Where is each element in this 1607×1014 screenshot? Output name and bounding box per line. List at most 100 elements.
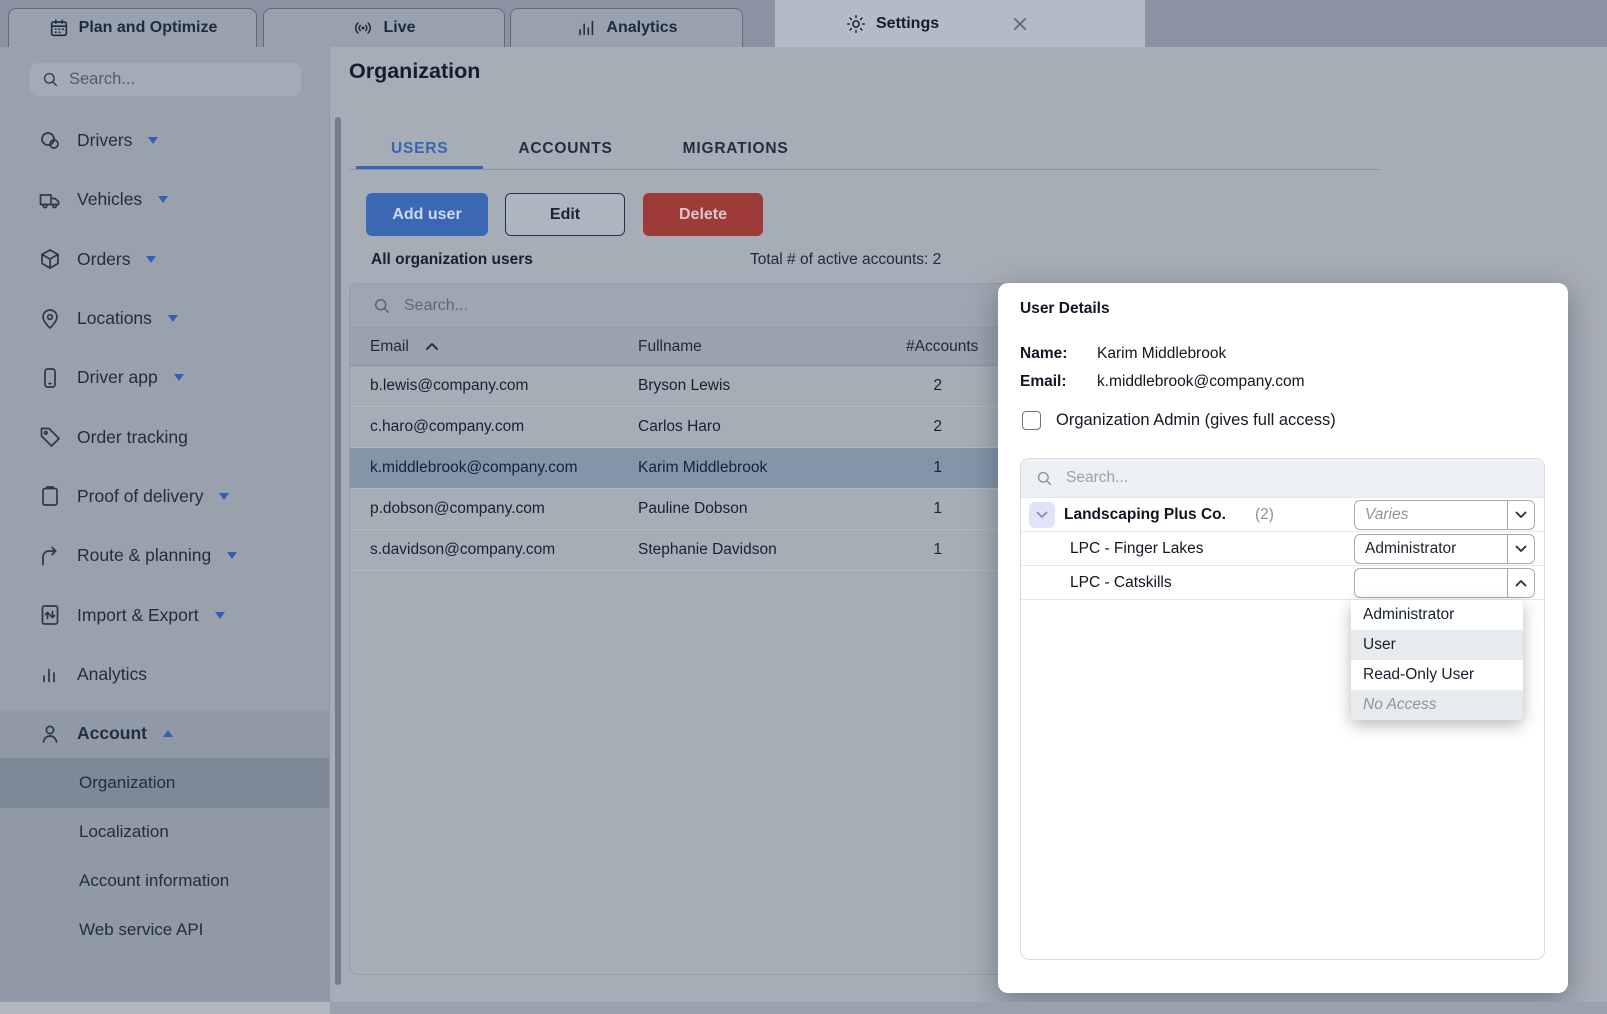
chevron-down-icon (227, 552, 237, 559)
sidebar-item-vehicles[interactable]: Vehicles (0, 170, 329, 229)
app-window: Plan and Optimize Live Analytics Setting… (0, 0, 1607, 1014)
sidebar-item-import-export[interactable]: Import & Export (0, 585, 329, 644)
panel-search-input[interactable] (1066, 469, 1406, 487)
person-icon (38, 722, 62, 746)
sidebar-item-label: Account (77, 723, 147, 744)
column-accounts[interactable]: #Accounts (906, 338, 942, 356)
org-admin-checkbox[interactable] (1022, 411, 1041, 430)
bar-chart-icon (575, 17, 597, 39)
tab-migrations[interactable]: MIGRATIONS (648, 128, 824, 169)
sidebar-item-organization[interactable]: Organization (0, 758, 329, 808)
sidebar-item-orders[interactable]: Orders (0, 230, 329, 289)
tab-analytics[interactable]: Analytics (510, 8, 743, 47)
settings-sidebar: Drivers Vehicles Orders Locations Driver (0, 47, 330, 1014)
tab-accounts[interactable]: ACCOUNTS (483, 128, 647, 169)
org-account-count: (2) (1255, 506, 1274, 524)
cell-fullname: Carlos Haro (638, 418, 906, 436)
tab-label: Analytics (606, 19, 677, 37)
sidebar-item-route-planning[interactable]: Route & planning (0, 526, 329, 585)
catskills-role-select-open[interactable] (1354, 568, 1535, 598)
column-label: Email (370, 338, 409, 356)
search-icon (372, 296, 392, 316)
calendar-icon (48, 17, 70, 39)
active-accounts-total: Total # of active accounts: 2 (750, 251, 941, 269)
sidebar-item-label: Driver app (77, 367, 158, 388)
org-tree-row: Landscaping Plus Co. (2) Varies (1021, 498, 1544, 532)
cell-email: c.haro@company.com (370, 418, 638, 436)
sidebar-item-localization[interactable]: Localization (0, 808, 329, 857)
bar-chart-icon (38, 662, 62, 686)
tab-live[interactable]: Live (263, 8, 505, 47)
list-label: All organization users (371, 251, 533, 269)
sidebar-item-label: Orders (77, 249, 130, 270)
add-user-button[interactable]: Add user (366, 193, 488, 236)
org-admin-label: Organization Admin (gives full access) (1056, 411, 1336, 430)
tag-icon (38, 425, 62, 449)
column-fullname[interactable]: Fullname (638, 338, 906, 356)
chevron-up-icon (163, 730, 173, 737)
sidebar-item-analytics[interactable]: Analytics (0, 645, 329, 704)
chevron-down-icon (219, 493, 229, 500)
sidebar-item-label: Route & planning (77, 545, 211, 566)
menu-item-read-only-user[interactable]: Read-Only User (1351, 660, 1523, 690)
sidebar-item-driver-app[interactable]: Driver app (0, 348, 329, 407)
chevron-down-icon (158, 196, 168, 203)
name-label: Name: (1020, 345, 1097, 363)
sidebar-item-account[interactable]: Account (0, 710, 329, 758)
cell-fullname: Bryson Lewis (638, 377, 906, 395)
account-tree-row: LPC - Finger Lakes Administrator (1021, 532, 1544, 566)
search-icon (1035, 469, 1054, 488)
sidebar-nav: Drivers Vehicles Orders Locations Driver (0, 111, 329, 704)
package-icon (38, 247, 62, 271)
org-role-select[interactable]: Varies (1354, 500, 1535, 530)
collapse-expander-button[interactable] (1029, 502, 1055, 528)
cell-fullname: Stephanie Davidson (638, 541, 906, 559)
chevron-down-icon (148, 137, 158, 144)
account-tree-row: LPC - Catskills Administrator User Read-… (1021, 566, 1544, 600)
cell-email: s.davidson@company.com (370, 541, 638, 559)
tab-label: Plan and Optimize (79, 19, 218, 37)
sidebar-scrollbar-thumb[interactable] (335, 117, 341, 985)
close-icon[interactable] (1010, 14, 1030, 34)
tab-label: Settings (876, 15, 939, 33)
sidebar-item-label: Order tracking (77, 427, 188, 448)
tab-users[interactable]: USERS (356, 128, 483, 169)
chevron-down-icon (174, 374, 184, 381)
mobile-phone-icon (38, 366, 62, 390)
sidebar-item-locations[interactable]: Locations (0, 289, 329, 348)
org-admin-row: Organization Admin (gives full access) (1022, 411, 1336, 430)
sidebar-search-input[interactable] (69, 70, 290, 89)
tab-settings[interactable]: Settings (775, 0, 1145, 47)
sidebar-item-drivers[interactable]: Drivers (0, 111, 329, 170)
bottom-strip (0, 1002, 330, 1014)
menu-item-user[interactable]: User (1351, 630, 1523, 660)
column-email[interactable]: Email (370, 338, 638, 356)
finger-lakes-role-select[interactable]: Administrator (1354, 534, 1535, 564)
user-name-value: Karim Middlebrook (1097, 345, 1226, 363)
sidebar-item-order-tracking[interactable]: Order tracking (0, 407, 329, 466)
chevron-down-icon (168, 315, 178, 322)
cell-fullname: Karim Middlebrook (638, 459, 906, 477)
delete-button[interactable]: Delete (643, 193, 763, 236)
user-details-panel: User Details Name: Karim Middlebrook Ema… (998, 283, 1568, 993)
organization-tabs: USERS ACCOUNTS MIGRATIONS (349, 128, 1381, 170)
truck-icon (38, 188, 62, 212)
import-export-icon (38, 603, 62, 627)
cell-fullname: Pauline Dobson (638, 500, 906, 518)
select-value: Administrator (1355, 535, 1507, 563)
drivers-icon (38, 129, 62, 153)
cell-email: k.middlebrook@company.com (370, 459, 638, 477)
sidebar-item-web-service-api[interactable]: Web service API (0, 905, 329, 954)
edit-button[interactable]: Edit (505, 193, 625, 236)
sidebar-item-proof-of-delivery[interactable]: Proof of delivery (0, 467, 329, 526)
tab-plan-and-optimize[interactable]: Plan and Optimize (8, 8, 257, 47)
user-email-row: Email: k.middlebrook@company.com (1020, 373, 1305, 391)
bottom-strip (330, 1002, 1607, 1014)
user-name-row: Name: Karim Middlebrook (1020, 345, 1226, 363)
table-search-input[interactable] (404, 297, 964, 315)
sidebar-item-account-information[interactable]: Account information (0, 857, 329, 906)
chevron-down-icon (146, 256, 156, 263)
menu-item-administrator[interactable]: Administrator (1351, 600, 1523, 630)
panel-title: User Details (1020, 300, 1110, 318)
select-value: Varies (1355, 501, 1507, 529)
